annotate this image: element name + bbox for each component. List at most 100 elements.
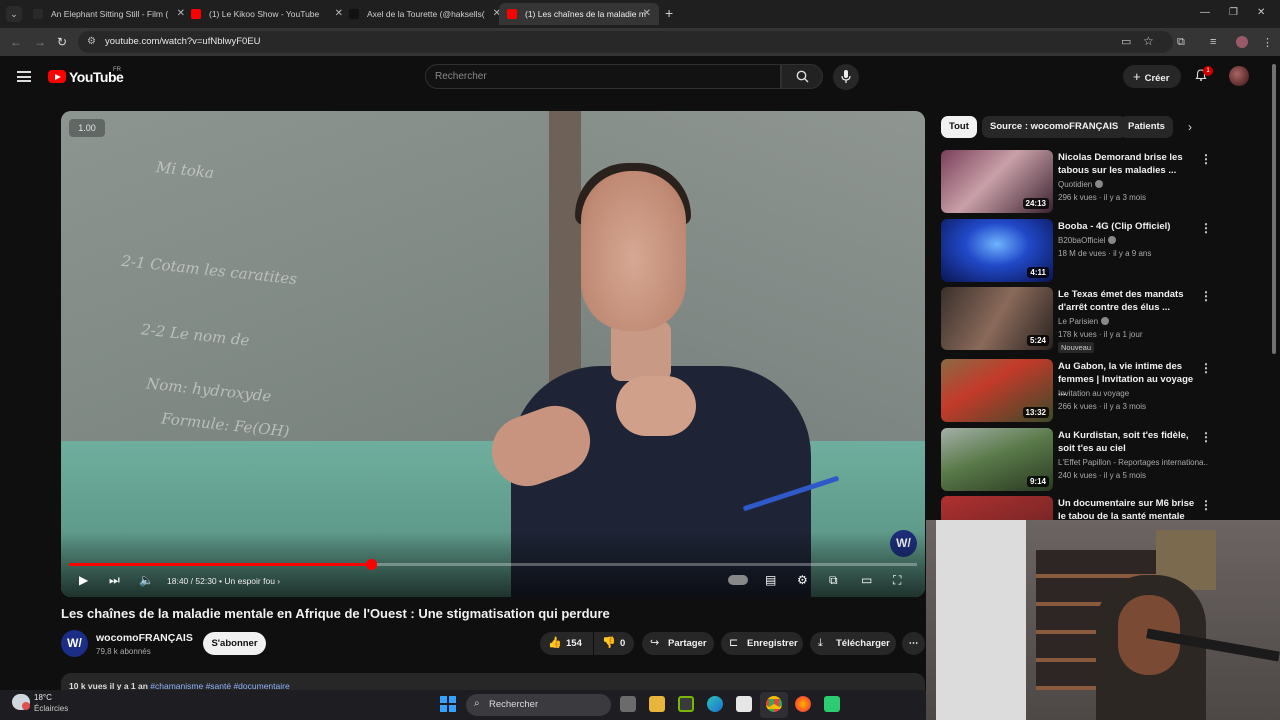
recommendation-item[interactable]: 5:24 Le Texas émet des mandats d'arrêt c…: [941, 287, 1271, 353]
task-view-icon[interactable]: [620, 696, 636, 712]
chapter-title[interactable]: Un espoir fou: [224, 576, 275, 586]
browser-menu-icon[interactable]: ⋮: [1262, 36, 1273, 49]
recommendation-title[interactable]: Un documentaire sur M6 brise le tabou de…: [1058, 497, 1200, 520]
channel-avatar[interactable]: W/: [61, 630, 88, 657]
more-vertical-icon[interactable]: ⋮: [1200, 289, 1212, 303]
recommendation-title[interactable]: Au Kurdistan, soit t'es fidèle, soit t'e…: [1058, 429, 1200, 455]
subtitles-icon[interactable]: ▤: [765, 573, 776, 587]
share-button[interactable]: ↪ Partager: [642, 632, 714, 655]
channel-name[interactable]: wocomoFRANÇAIS: [96, 632, 193, 644]
recommendation-item[interactable]: 9:14 Au Kurdistan, soit t'es fidèle, soi…: [941, 428, 1271, 492]
video-thumbnail[interactable]: 5:24: [941, 287, 1053, 350]
search-button[interactable]: [781, 64, 823, 89]
weather-icon[interactable]: [12, 694, 30, 710]
account-avatar[interactable]: [1229, 66, 1249, 86]
chip-patients[interactable]: Patients: [1120, 116, 1173, 138]
search-input[interactable]: Rechercher: [425, 64, 781, 89]
recommendation-item[interactable]: 4:11 Booba - 4G (Clip Officiel) B20baOff…: [941, 219, 1271, 283]
progress-bar[interactable]: [69, 559, 917, 570]
bookmark-star-icon[interactable]: ☆: [1143, 34, 1154, 48]
more-vertical-icon[interactable]: ⋮: [1200, 430, 1212, 444]
download-button[interactable]: ⤓ Télécharger: [810, 632, 896, 655]
subscribe-button[interactable]: S'abonner: [203, 632, 266, 655]
browser-tab[interactable]: An Elephant Sitting Still - Film ( ✕: [25, 3, 193, 25]
youtube-favicon-icon: [507, 9, 517, 19]
tab-close-icon[interactable]: ✕: [643, 3, 651, 25]
recommendation-item[interactable]: 24:13 Nicolas Demorand brise les tabous …: [941, 150, 1271, 214]
chevron-right-icon[interactable]: ›: [1188, 120, 1192, 134]
recommendation-meta: 18 M de vues · il y a 9 ans: [1058, 249, 1152, 258]
save-button[interactable]: ⊏ Enregistrer: [721, 632, 803, 655]
volume-icon[interactable]: 🔈: [139, 573, 154, 587]
browser-tab-active[interactable]: (1) Les chaînes de la maladie m ✕: [499, 3, 659, 25]
youtube-logo-icon[interactable]: [48, 70, 66, 83]
miniplayer-icon[interactable]: ⧉: [829, 573, 838, 588]
firefox-icon[interactable]: [795, 696, 811, 712]
cast-icon[interactable]: ▭: [1121, 35, 1131, 48]
profile-avatar[interactable]: [1236, 36, 1248, 48]
more-vertical-icon[interactable]: ⋮: [1200, 361, 1212, 375]
browser-tab[interactable]: (1) Le Kikoo Show - YouTube ✕: [183, 3, 351, 25]
back-icon[interactable]: ←: [10, 35, 22, 49]
chrome-icon[interactable]: [766, 696, 782, 712]
browser-tab[interactable]: Axel de la Tourette (@haksells( ✕: [341, 3, 509, 25]
recommendation-item[interactable]: 13:32 Au Gabon, la vie intime des femmes…: [941, 359, 1271, 423]
recommendation-channel[interactable]: Invitation au voyage: [1058, 389, 1129, 398]
settings-gear-icon[interactable]: ⚙: [797, 573, 808, 587]
taskbar-search[interactable]: ⌕ Rechercher: [466, 694, 611, 716]
video-thumbnail[interactable]: 9:14: [941, 428, 1053, 491]
video-thumbnail[interactable]: [941, 496, 1053, 520]
tab-list-button[interactable]: ⌄: [6, 6, 22, 22]
minimize-icon[interactable]: —: [1200, 7, 1210, 18]
app-icon[interactable]: [824, 696, 840, 712]
video-thumbnail[interactable]: 13:32: [941, 359, 1053, 422]
file-explorer-icon[interactable]: [649, 696, 665, 712]
chip-source[interactable]: Source : wocomoFRANÇAIS: [982, 116, 1127, 138]
extensions-icon[interactable]: ⧉: [1177, 36, 1185, 49]
more-vertical-icon[interactable]: ⋮: [1200, 152, 1212, 166]
video-thumbnail[interactable]: 24:13: [941, 150, 1053, 213]
url-text[interactable]: youtube.com/watch?v=ufNblwyF0EU: [105, 36, 261, 47]
edge-icon[interactable]: [707, 696, 723, 712]
page-scrollbar[interactable]: [1272, 64, 1276, 354]
theater-mode-icon[interactable]: ▭: [861, 573, 872, 587]
chip-all[interactable]: Tout: [941, 116, 977, 138]
more-vertical-icon[interactable]: ⋮: [1200, 221, 1212, 235]
voice-search-button[interactable]: [833, 64, 859, 90]
autoplay-toggle[interactable]: [728, 575, 748, 585]
site-info-icon[interactable]: ⚙: [87, 36, 96, 47]
recommendation-title[interactable]: Le Texas émet des mandats d'arrêt contre…: [1058, 288, 1200, 314]
recommendation-title[interactable]: Nicolas Demorand brise les tabous sur le…: [1058, 151, 1200, 177]
recommendation-channel[interactable]: B20baOfficiel: [1058, 236, 1117, 245]
more-actions-button[interactable]: ⋯: [902, 632, 925, 655]
reading-list-icon[interactable]: ≡: [1210, 36, 1216, 48]
play-icon[interactable]: ▶: [79, 573, 88, 587]
weather-condition[interactable]: Éclaircies: [34, 704, 68, 713]
new-tab-icon[interactable]: +: [665, 5, 673, 21]
nvidia-icon[interactable]: [678, 696, 694, 712]
weather-temperature[interactable]: 18°C: [34, 693, 52, 702]
store-icon[interactable]: [736, 696, 752, 712]
address-bar[interactable]: ⚙ youtube.com/watch?v=ufNblwyF0EU ▭ ☆: [78, 31, 1173, 53]
restore-icon[interactable]: ❐: [1229, 7, 1238, 18]
recommendation-item[interactable]: Un documentaire sur M6 brise le tabou de…: [941, 496, 1271, 520]
recommendation-channel[interactable]: Le Parisien: [1058, 317, 1110, 326]
like-button[interactable]: 👍 154: [540, 632, 593, 655]
video-thumbnail[interactable]: 4:11: [941, 219, 1053, 282]
menu-icon[interactable]: [17, 71, 31, 82]
fullscreen-icon[interactable]: ⛶: [893, 573, 901, 588]
recommendation-channel[interactable]: Quotidien: [1058, 180, 1104, 189]
recommendation-title[interactable]: Booba - 4G (Clip Officiel): [1058, 220, 1200, 233]
dislike-button[interactable]: 👎 0: [594, 632, 634, 655]
progress-scrubber[interactable]: [365, 559, 377, 570]
recommendation-channel[interactable]: L'Effet Papillon - Reportages internatio…: [1058, 458, 1208, 467]
new-badge: Nouveau: [1058, 342, 1095, 353]
close-window-icon[interactable]: ✕: [1257, 7, 1265, 18]
create-button[interactable]: + Créer: [1123, 65, 1181, 88]
reload-icon[interactable]: ↻: [57, 35, 67, 49]
forward-icon[interactable]: →: [34, 35, 46, 49]
windows-start-icon[interactable]: [440, 696, 456, 712]
video-player[interactable]: Mi toka 2-1 Cotam les caratites 2-2 Le n…: [61, 111, 925, 597]
more-vertical-icon[interactable]: ⋮: [1200, 498, 1212, 512]
next-video-icon[interactable]: ⏭: [109, 573, 120, 588]
